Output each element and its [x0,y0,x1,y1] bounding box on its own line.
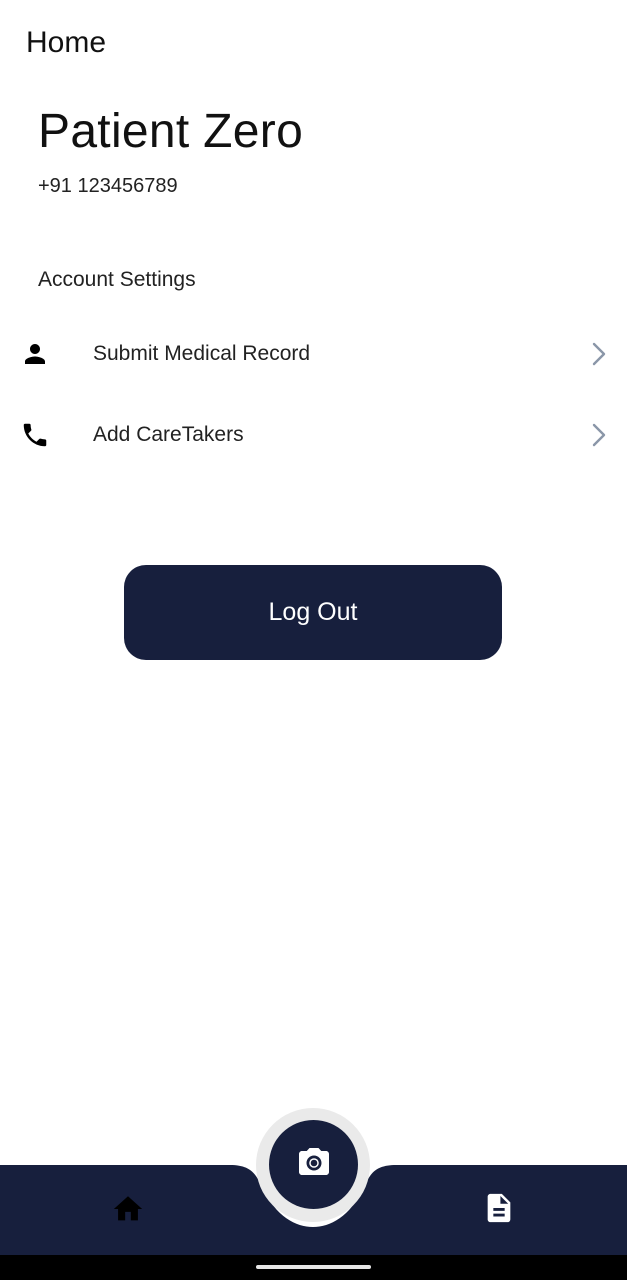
submit-medical-record-item[interactable]: Submit Medical Record [0,319,627,389]
person-icon [19,338,51,370]
phone-icon [19,419,51,451]
patient-name: Patient Zero [38,105,304,158]
camera-button[interactable] [269,1120,358,1209]
add-caretakers-item[interactable]: Add CareTakers [0,400,627,470]
patient-phone: +91 123456789 [38,175,178,197]
home-screen: Home Patient Zero +91 123456789 Account … [0,0,627,1280]
add-caretakers-label: Add CareTakers [93,423,244,446]
chevron-right-icon [589,421,609,449]
submit-medical-record-label: Submit Medical Record [93,342,311,365]
document-icon [482,1191,516,1230]
nav-home[interactable] [108,1191,148,1231]
nav-records[interactable] [479,1190,519,1230]
home-icon [111,1192,145,1231]
page-title: Home [26,26,107,59]
chevron-right-icon [589,340,609,368]
account-settings-heading: Account Settings [38,268,196,291]
home-indicator[interactable] [256,1265,371,1269]
logout-button[interactable]: Log Out [124,565,502,660]
camera-icon [296,1145,332,1184]
